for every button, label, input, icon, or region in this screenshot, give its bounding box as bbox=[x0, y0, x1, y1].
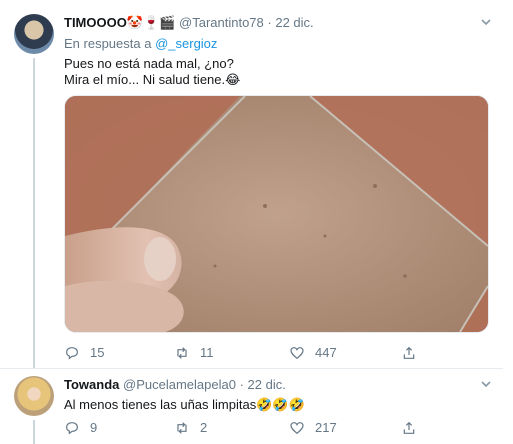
retweet-count: 2 bbox=[200, 420, 208, 435]
tweet-header: TIMOOOO🤡🍷🎬 @Tarantinto78 · 22 dic. bbox=[64, 15, 314, 31]
avatar[interactable] bbox=[14, 376, 54, 416]
like-count: 217 bbox=[315, 420, 337, 435]
reply-button[interactable]: 9 bbox=[64, 419, 97, 437]
retweet-button[interactable]: 11 bbox=[174, 344, 214, 362]
tweet-header: Towanda @Pucelamelapela0 · 22 dic. bbox=[64, 377, 286, 392]
like-count: 447 bbox=[315, 345, 337, 360]
retweet-icon bbox=[177, 422, 187, 434]
retweet-count: 11 bbox=[200, 345, 214, 360]
tweet-date[interactable]: 22 dic. bbox=[275, 15, 313, 30]
share-icon bbox=[403, 421, 415, 434]
heart-icon bbox=[290, 347, 304, 360]
chevron-down-icon[interactable] bbox=[481, 379, 491, 389]
reply-context: En respuesta a @_sergioz bbox=[64, 36, 217, 51]
reply-count: 15 bbox=[90, 345, 105, 360]
tweet-text-line-1: Pues no está nada mal, ¿no? bbox=[64, 56, 234, 71]
tweet-text: Al menos tienes las uñas limpitas🤣🤣🤣 bbox=[64, 397, 305, 412]
tweet-text-line-2: Mira el mío... Ni salud tiene.😂 bbox=[64, 72, 241, 87]
username[interactable]: @Tarantinto78 bbox=[179, 15, 264, 30]
reply-button[interactable]: 15 bbox=[64, 344, 104, 362]
display-name[interactable]: TIMOOOO🤡🍷🎬 bbox=[64, 15, 175, 30]
share-button[interactable] bbox=[401, 344, 427, 362]
separator-dot: · bbox=[239, 377, 248, 392]
reply-icon bbox=[66, 422, 78, 435]
avatar[interactable] bbox=[14, 14, 54, 54]
reply-to-prefix: En respuesta a bbox=[64, 36, 152, 51]
retweet-button[interactable]: 2 bbox=[174, 419, 207, 437]
tweet-actions: 9 2 217 bbox=[64, 419, 424, 437]
like-button[interactable]: 447 bbox=[289, 344, 337, 362]
retweet-icon bbox=[177, 347, 187, 359]
thread-line bbox=[33, 58, 35, 368]
share-icon bbox=[403, 346, 415, 359]
share-button[interactable] bbox=[401, 419, 427, 437]
display-name[interactable]: Towanda bbox=[64, 377, 119, 392]
reply-to-handle[interactable]: @_sergioz bbox=[155, 36, 217, 51]
username[interactable]: @Pucelamelapela0 bbox=[123, 377, 236, 392]
tweet[interactable]: TIMOOOO🤡🍷🎬 @Tarantinto78 · 22 dic. En re… bbox=[0, 0, 503, 369]
chevron-down-icon[interactable] bbox=[481, 17, 491, 27]
tweet-actions: 15 11 447 bbox=[64, 344, 424, 362]
reply-icon bbox=[66, 347, 78, 360]
thread-line bbox=[33, 420, 35, 444]
like-button[interactable]: 217 bbox=[289, 419, 337, 437]
tweet-date[interactable]: 22 dic. bbox=[248, 377, 286, 392]
heart-icon bbox=[290, 422, 304, 435]
tile-floor-photo bbox=[65, 96, 488, 332]
tweet-image[interactable] bbox=[64, 95, 489, 333]
reply-count: 9 bbox=[90, 420, 98, 435]
